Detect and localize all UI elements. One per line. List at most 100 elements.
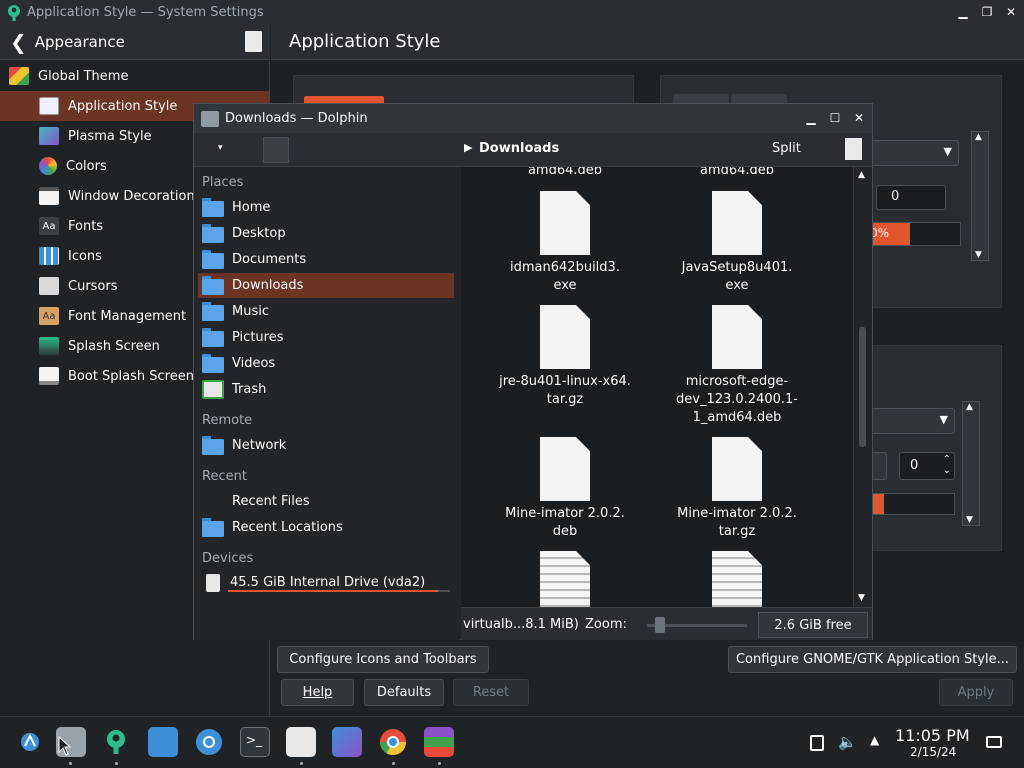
file-item[interactable]: jre-8u401-linux-x64. tar.gz — [479, 373, 651, 409]
text-file-icon[interactable] — [712, 551, 762, 607]
sidebar-item-global-theme[interactable]: Global Theme — [0, 61, 270, 91]
folder-downloads-icon — [201, 110, 219, 127]
dolphin-window: Downloads — Dolphin ▁ ☐ ✕ ▾ ▶ Downloads … — [193, 103, 873, 640]
file-item[interactable]: Mine-imator 2.0.2. tar.gz — [651, 505, 823, 541]
minimize-button[interactable]: ▁ — [954, 3, 972, 21]
scroll-up-icon[interactable]: ▲ — [858, 170, 865, 180]
clock-date[interactable]: 2/15/24 — [910, 745, 956, 759]
place-documents[interactable]: Documents — [198, 247, 454, 272]
maximize-button[interactable]: ❐ — [978, 3, 996, 21]
file-name: Mine-imator 2.0.2. — [677, 506, 797, 521]
scroll-up-icon: ▲ — [975, 132, 982, 142]
file-name: microsoft-edge- — [685, 374, 789, 389]
place-trash[interactable]: Trash — [198, 377, 454, 402]
scrollbar-thumb[interactable] — [859, 327, 866, 447]
place-desktop[interactable]: Desktop — [198, 221, 454, 246]
vscode-icon[interactable] — [332, 727, 362, 757]
minimize-button[interactable]: ▁ — [802, 109, 820, 127]
file-name: dev_123.0.2400.1- — [676, 392, 798, 407]
file-icon[interactable] — [540, 305, 590, 369]
file-item[interactable]: microsoft-edge-dev_123.0.2400.1- 1_amd64.… — [651, 373, 823, 427]
trash-icon — [202, 380, 224, 399]
page-title: Application Style — [289, 31, 441, 52]
defaults-button[interactable]: Defaults — [364, 679, 444, 706]
app-launcher-icon[interactable] — [15, 727, 45, 757]
file-item[interactable]: amd64.deb — [651, 167, 823, 180]
file-item[interactable]: Mine-imator 2.0.2. deb — [479, 505, 651, 541]
file-icon[interactable] — [712, 437, 762, 501]
file-icon[interactable] — [540, 191, 590, 255]
place-label: Pictures — [232, 330, 284, 345]
close-button[interactable]: ✕ — [850, 109, 868, 127]
file-name: amd64.deb — [527, 167, 603, 178]
application-style-icon — [39, 97, 59, 115]
breadcrumb-downloads[interactable]: Downloads — [479, 141, 559, 156]
preview-spinbox-2[interactable]: 0 ⌃ ⌄ — [899, 452, 955, 480]
system-settings-icon[interactable] — [101, 727, 131, 757]
sidebar-item-label: Font Management — [68, 308, 187, 324]
place-network[interactable]: Network — [198, 433, 454, 458]
dolphin-titlebar[interactable]: Downloads — Dolphin ▁ ☐ ✕ — [194, 104, 872, 133]
configure-gtk-style-button[interactable]: Configure GNOME/GTK Application Style... — [728, 646, 1017, 673]
chromium-icon[interactable] — [194, 727, 224, 757]
sidebar-item-label: Window Decorations — [68, 188, 202, 204]
place-recent-files[interactable]: Recent Files — [198, 489, 454, 514]
zoom-slider-handle[interactable] — [655, 617, 665, 633]
file-icon[interactable] — [712, 191, 762, 255]
settings-titlebar[interactable]: Application Style — System Settings ▁ ❐ … — [0, 0, 1024, 25]
maximize-button[interactable]: ☐ — [826, 109, 844, 127]
tray-expand-icon[interactable]: ▲ — [870, 733, 879, 747]
folder-home-icon — [202, 198, 224, 217]
place-label: 45.5 GiB Internal Drive (vda2) — [230, 575, 426, 590]
help-button[interactable]: Help — [281, 679, 354, 706]
chrome-dev-icon[interactable] — [378, 727, 408, 757]
window-decorations-icon — [39, 187, 59, 205]
place-recent-locations[interactable]: Recent Locations — [198, 515, 454, 540]
place-videos[interactable]: Videos — [198, 351, 454, 376]
recent-heading: Recent — [202, 469, 247, 484]
sidebar-item-label: Splash Screen — [68, 338, 160, 354]
show-desktop-icon[interactable] — [986, 736, 1002, 748]
volume-muted-icon[interactable]: 🔈 — [838, 733, 857, 751]
running-indicator — [392, 762, 395, 765]
dropdown-arrow-icon[interactable]: ▾ — [218, 143, 223, 153]
clipboard-icon[interactable] — [810, 735, 824, 751]
file-item[interactable]: amd64.deb — [479, 167, 651, 180]
view-mode-icon[interactable] — [263, 137, 289, 163]
file-item[interactable]: JavaSetup8u401. exe — [651, 259, 823, 295]
folder-downloads-icon — [202, 276, 224, 295]
scroll-down-icon[interactable]: ▼ — [858, 593, 865, 603]
preview-spinbox[interactable]: 0 — [876, 185, 946, 210]
clock-time[interactable]: 11:05 PM — [895, 726, 970, 745]
fonts-icon: Aa — [39, 217, 59, 235]
reset-button[interactable]: Reset — [453, 679, 529, 706]
place-pictures[interactable]: Pictures — [198, 325, 454, 350]
split-button[interactable]: Split — [772, 141, 801, 156]
file-icon[interactable] — [540, 437, 590, 501]
vmware-icon[interactable] — [286, 727, 316, 757]
place-home[interactable]: Home — [198, 195, 454, 220]
free-space-button[interactable]: 2.6 GiB free — [758, 612, 868, 638]
text-file-icon[interactable] — [540, 551, 590, 607]
preview-scrollbar-2[interactable]: ▲ ▼ — [962, 401, 980, 526]
file-view-scrollbar[interactable]: ▲ ▼ — [853, 167, 871, 607]
discover-icon[interactable] — [148, 727, 178, 757]
place-music[interactable]: Music — [198, 299, 454, 324]
configure-icons-toolbars-button[interactable]: Configure Icons and Toolbars — [277, 646, 489, 673]
document-icon[interactable] — [845, 138, 862, 160]
back-icon[interactable]: ❮ — [10, 30, 27, 54]
preview-scrollbar[interactable]: ▲ ▼ — [971, 131, 989, 261]
file-icon[interactable] — [712, 305, 762, 369]
document-icon[interactable] — [245, 31, 262, 52]
folder-videos-icon — [202, 354, 224, 373]
terminal-icon[interactable]: >_ — [240, 727, 270, 757]
file-item[interactable]: idman642build3. exe — [479, 259, 651, 295]
place-label: Downloads — [232, 278, 304, 293]
preview-combo[interactable]: ▼ — [861, 140, 959, 166]
winrar-icon[interactable] — [424, 727, 454, 757]
apply-button[interactable]: Apply — [939, 679, 1013, 706]
spinbox-value: 0 — [891, 189, 900, 204]
place-downloads[interactable]: Downloads — [198, 273, 454, 298]
file-name: tar.gz — [718, 524, 756, 539]
close-button[interactable]: ✕ — [1002, 3, 1020, 21]
